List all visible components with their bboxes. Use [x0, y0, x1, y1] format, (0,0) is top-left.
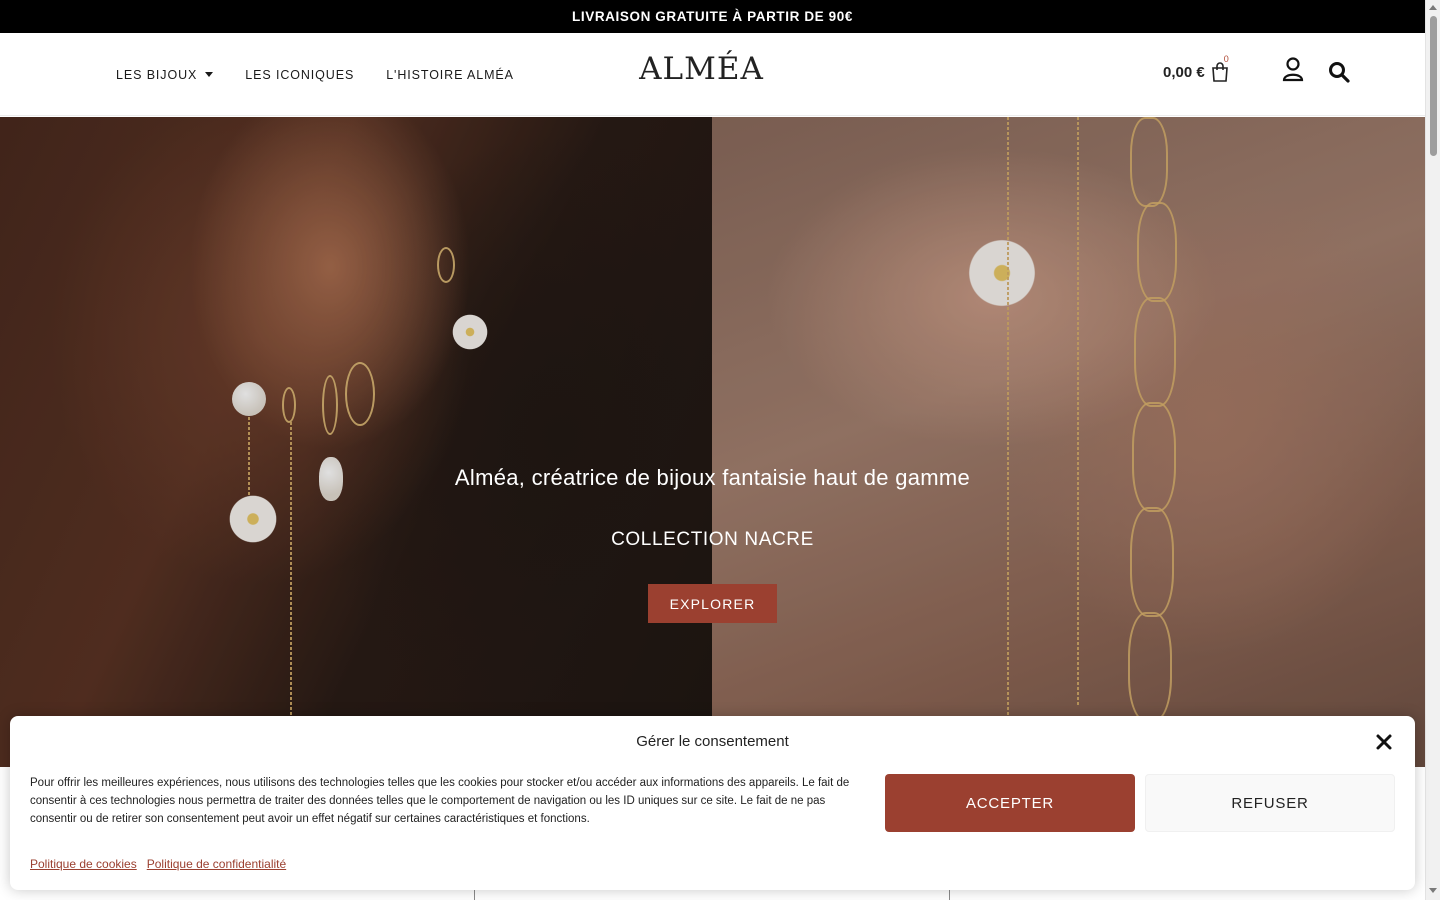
scroll-up-arrow-icon[interactable] — [1429, 5, 1437, 10]
cookie-consent-dialog: Gérer le consentement Pour offrir les me… — [10, 716, 1415, 890]
promo-banner-text: LIVRAISON GRATUITE À PARTIR DE 90€ — [572, 9, 853, 24]
cookie-policy-link[interactable]: Politique de cookies — [30, 857, 137, 871]
scroll-down-arrow-icon[interactable] — [1429, 888, 1437, 893]
site-header: LES BIJOUX LES ICONIQUES L'HISTOIRE ALMÉ… — [0, 33, 1425, 116]
shopping-bag-icon: 0 — [1211, 54, 1229, 83]
consent-description: Pour offrir les meilleures expériences, … — [30, 777, 850, 825]
consent-title: Gérer le consentement — [636, 733, 789, 750]
hero-subtitle: COLLECTION NACRE — [611, 529, 814, 550]
hero-banner: Alméa, créatrice de bijoux fantaisie hau… — [0, 117, 1425, 767]
scrollbar-thumb[interactable] — [1430, 16, 1437, 156]
promo-banner: LIVRAISON GRATUITE À PARTIR DE 90€ — [0, 0, 1425, 33]
close-icon[interactable] — [1375, 733, 1393, 751]
cart-button[interactable]: 0,00 € 0 — [1163, 54, 1229, 83]
search-icon[interactable] — [1328, 61, 1350, 83]
cart-total: 0,00 € — [1163, 63, 1205, 81]
hero-title: Alméa, créatrice de bijoux fantaisie hau… — [454, 465, 971, 490]
accept-button[interactable]: ACCEPTER — [885, 774, 1135, 832]
consent-links: Politique de cookies Politique de confid… — [30, 857, 286, 871]
page-scrollbar[interactable] — [1425, 0, 1440, 900]
refuse-button[interactable]: REFUSER — [1145, 774, 1395, 832]
user-icon[interactable] — [1282, 57, 1304, 83]
privacy-policy-link[interactable]: Politique de confidentialité — [147, 857, 286, 871]
page: LIVRAISON GRATUITE À PARTIR DE 90€ LES B… — [0, 0, 1440, 900]
hero-overlay — [0, 117, 1425, 767]
cart-count-badge: 0 — [1223, 54, 1229, 64]
explore-button[interactable]: EXPLORER — [648, 584, 777, 623]
